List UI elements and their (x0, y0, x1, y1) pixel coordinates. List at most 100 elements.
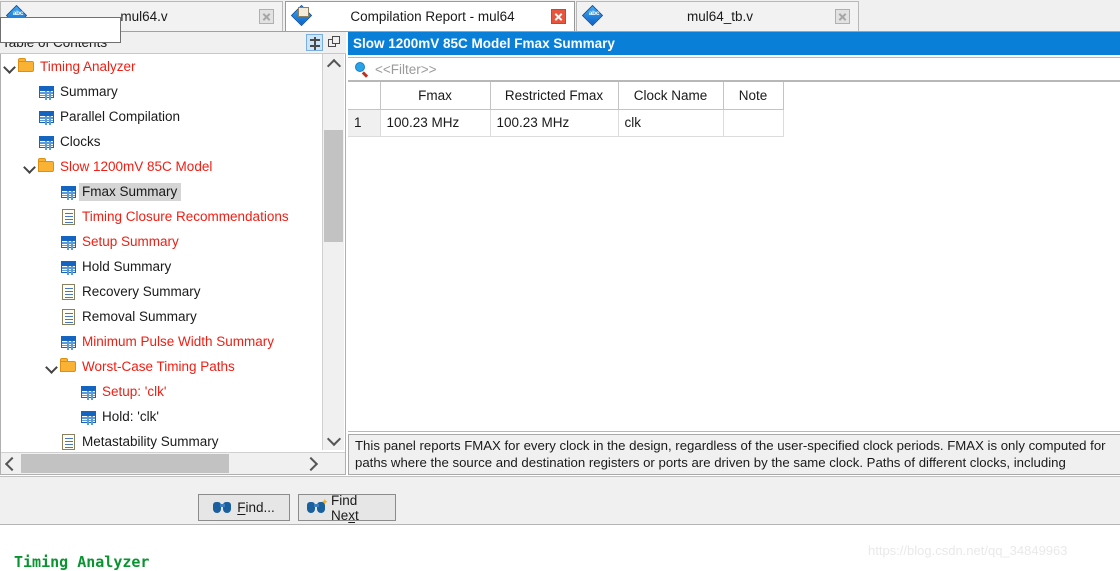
toc-item-slow-1200mv-85c-model[interactable]: Slow 1200mV 85C Model (1, 154, 323, 179)
tree-twisty-spacer (63, 404, 79, 429)
toc-item-metastability-summary[interactable]: Metastability Summary (1, 429, 323, 450)
table-icon (79, 379, 99, 404)
toc-item-label: Fmax Summary (79, 182, 182, 201)
toc-item-label: Metastability Summary (82, 433, 219, 449)
report-description: This panel reports FMAX for every clock … (348, 434, 1120, 475)
toc-item-parallel-compilation[interactable]: Parallel Compilation (1, 104, 323, 129)
toc-tree[interactable]: Timing Analyzer Summary Parallel Compilati… (1, 54, 323, 450)
table-row[interactable]: 1 100.23 MHz 100.23 MHz clk (348, 109, 784, 137)
filter-row[interactable]: <<Filter>> (348, 57, 1120, 81)
toc-item-label: Timing Closure Recommendations (82, 208, 289, 224)
toc-item-recovery-summary[interactable]: Recovery Summary (1, 279, 323, 304)
search-icon (353, 60, 371, 78)
report-panel: Slow 1200mV 85C Model Fmax Summary <<Fil… (348, 32, 1120, 475)
tree-twisty-spacer (43, 229, 59, 254)
toc-item-setup-clk[interactable]: Setup: 'clk' (1, 379, 323, 404)
tab-compilation-report[interactable]: Compilation Report - mul64 (285, 1, 575, 31)
table-index-header[interactable] (348, 82, 381, 110)
document-icon (59, 304, 79, 329)
editor-tab-bar: abc mul64.v Compilation Report - mul64 a… (0, 0, 1120, 32)
tree-twisty-spacer (43, 204, 59, 229)
scroll-right-icon[interactable] (302, 453, 322, 474)
table-column-header[interactable]: Fmax (379, 82, 491, 110)
toc-item-minimum-pulse-width-summary[interactable]: Minimum Pulse Width Summary (1, 329, 323, 354)
toc-item-label: Hold Summary (82, 258, 172, 274)
toc-item-label: Minimum Pulse Width Summary (82, 333, 275, 349)
tree-twisty-spacer (43, 329, 59, 354)
toc-item-hold-clk[interactable]: Hold: 'clk' (1, 404, 323, 429)
toc-item-label: Slow 1200mV 85C Model (60, 158, 213, 174)
table-icon (59, 329, 79, 354)
chevron-down-icon[interactable] (21, 154, 37, 179)
close-icon[interactable] (835, 9, 850, 24)
scrollbar-thumb[interactable] (21, 454, 229, 473)
toc-item-clocks[interactable]: Clocks (1, 129, 323, 154)
restore-window-icon[interactable] (326, 34, 343, 51)
toc-item-label: Setup Summary (82, 233, 179, 249)
find-button-label: Find... (237, 500, 275, 515)
find-button[interactable]: Find... (198, 494, 290, 521)
tree-twisty-spacer (43, 254, 59, 279)
toc-item-label: Clocks (60, 133, 101, 149)
scrollbar-thumb[interactable] (324, 130, 343, 242)
table-icon (37, 129, 57, 154)
tree-twisty-spacer (43, 279, 59, 304)
tree-twisty-spacer (43, 429, 59, 450)
toc-body: Timing Analyzer Summary Parallel Compilati… (0, 54, 346, 475)
toc-item-timing-analyzer[interactable]: Timing Analyzer (1, 54, 323, 79)
tree-twisty-spacer (43, 179, 59, 204)
cell-restricted-fmax: 100.23 MHz (489, 109, 619, 137)
toc-item-label: Setup: 'clk' (102, 383, 167, 399)
toc-item-removal-summary[interactable]: Removal Summary (1, 304, 323, 329)
tab-mul64-tb-v[interactable]: abc mul64_tb.v (576, 1, 859, 31)
binoculars-next-icon: ✦ (307, 498, 329, 514)
toc-item-hold-summary[interactable]: Hold Summary (1, 254, 323, 279)
tab-label: mul64_tb.v (686, 9, 754, 24)
scroll-down-icon[interactable] (323, 430, 344, 450)
toc-item-label: Timing Analyzer (40, 58, 136, 74)
toc-item-setup-summary[interactable]: Setup Summary (1, 229, 323, 254)
cell-clock-name: clk (617, 109, 724, 137)
table-column-header[interactable]: Note (722, 82, 784, 110)
toc-item-timing-closure-recommendations[interactable]: Timing Closure Recommendations (1, 204, 323, 229)
status-text: Timing Analyzer (14, 553, 150, 571)
cell-note (722, 109, 784, 137)
toc-item-label: Recovery Summary (82, 283, 201, 299)
table-icon (37, 104, 57, 129)
tree-twisty-spacer (21, 104, 37, 129)
scroll-up-icon[interactable] (323, 54, 344, 74)
toc-item-label: Hold: 'clk' (102, 408, 159, 424)
toc-item-label: Parallel Compilation (60, 108, 181, 124)
toc-item-worst-case-timing-paths[interactable]: Worst-Case Timing Paths (1, 354, 323, 379)
table-icon (79, 404, 99, 429)
table-of-contents-panel: Table of Contents Timing AnalyzerSummary… (0, 32, 346, 475)
find-next-button[interactable]: ✦ Find Next (298, 493, 396, 523)
binoculars-icon (213, 501, 232, 514)
chevron-down-icon[interactable] (43, 354, 59, 379)
table-icon (37, 79, 57, 104)
table-icon (59, 254, 79, 279)
chevron-down-icon[interactable] (1, 54, 17, 79)
table-icon (59, 179, 79, 204)
toc-item-summary[interactable]: Summary (1, 79, 323, 104)
tree-twisty-spacer (21, 129, 37, 154)
search-input[interactable] (0, 17, 121, 43)
close-icon[interactable] (551, 9, 566, 24)
table-column-header[interactable]: Clock Name (617, 82, 724, 110)
table-column-header[interactable]: Restricted Fmax (489, 82, 619, 110)
toc-item-fmax-summary[interactable]: Fmax Summary (1, 179, 323, 204)
quartus-abc-icon: abc (581, 4, 605, 28)
tree-twisty-spacer (43, 304, 59, 329)
table-header-row: Fmax Restricted Fmax Clock Name Note (348, 82, 784, 110)
toc-horizontal-scrollbar[interactable] (1, 452, 345, 474)
find-toolbar (0, 476, 1120, 524)
close-icon[interactable] (259, 9, 274, 24)
scroll-left-icon[interactable] (1, 453, 21, 474)
tree-twisty-spacer (21, 79, 37, 104)
watermark: https://blog.csdn.net/qq_34849963 (868, 543, 1068, 558)
pin-icon[interactable] (306, 34, 323, 51)
cell-index: 1 (348, 109, 381, 137)
filter-placeholder: <<Filter>> (375, 61, 437, 77)
report-table-area: Fmax Restricted Fmax Clock Name Note 1 100.2… (348, 81, 1120, 432)
toc-vertical-scrollbar[interactable] (322, 54, 344, 450)
